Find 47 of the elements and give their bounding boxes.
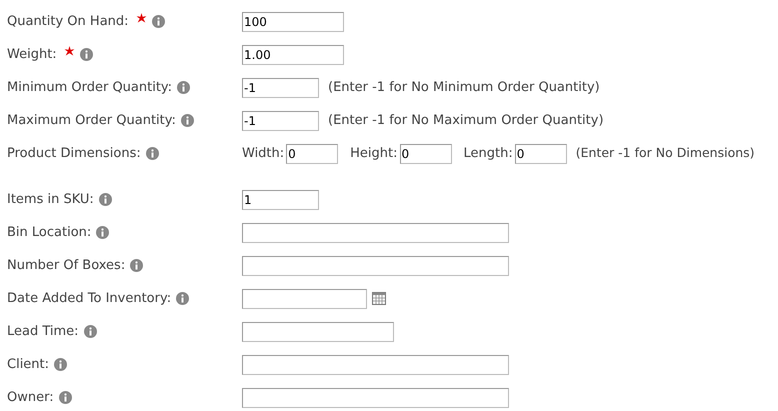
info-icon[interactable] [180,114,194,127]
input-field[interactable]: 1.00 [242,44,344,64]
field-label: Maximum Order Quantity: [7,112,176,130]
field-label: Lead Time: [7,322,79,341]
hint-text: (Enter -1 for No Dimensions) [576,144,755,162]
input-field[interactable] [242,322,394,342]
input-field[interactable] [242,256,509,276]
input-field[interactable] [242,222,509,242]
field-label: Owner: [7,388,54,407]
info-icon[interactable] [98,193,112,206]
required-icon [64,46,75,57]
calendar-icon[interactable] [372,292,386,305]
info-icon[interactable] [96,226,110,239]
input-field[interactable]: 0 [400,144,452,164]
input-field[interactable]: -1 [242,78,319,98]
field-label: Weight: [7,46,57,64]
dimension-label: Width: [242,144,284,163]
info-icon[interactable] [177,81,190,94]
info-icon[interactable] [58,391,72,404]
field-label: Bin Location: [7,224,92,242]
input-field[interactable] [242,354,509,374]
input-field[interactable]: 100 [242,12,344,32]
dimension-label: Height: [350,144,398,163]
required-icon [136,13,147,24]
field-label: Client: [7,356,50,374]
field-label: Items in SKU: [7,190,94,209]
input-field[interactable]: 0 [514,144,567,164]
input-field[interactable]: 1 [242,190,319,210]
info-icon[interactable] [130,259,144,272]
info-icon[interactable] [152,15,165,28]
info-icon[interactable] [146,147,159,160]
info-icon[interactable] [84,325,97,338]
field-label: Date Added To Inventory: [7,290,172,308]
hint-text: (Enter -1 for No Minimum Order Quantity) [328,78,600,97]
info-icon[interactable] [54,358,68,371]
date-field[interactable] [242,288,367,308]
input-field[interactable] [242,388,509,408]
field-label: Quantity On Hand: [7,12,129,31]
field-label: Minimum Order Quantity: [7,78,172,97]
info-icon[interactable] [176,292,190,305]
field-label: Product Dimensions: [7,144,141,163]
hint-text: (Enter -1 for No Maximum Order Quantity) [328,112,604,130]
dimension-label: Length: [464,144,513,163]
input-field[interactable]: -1 [242,110,319,130]
input-field[interactable]: 0 [286,144,338,164]
info-icon[interactable] [80,48,93,61]
field-label: Number Of Boxes: [7,256,126,275]
